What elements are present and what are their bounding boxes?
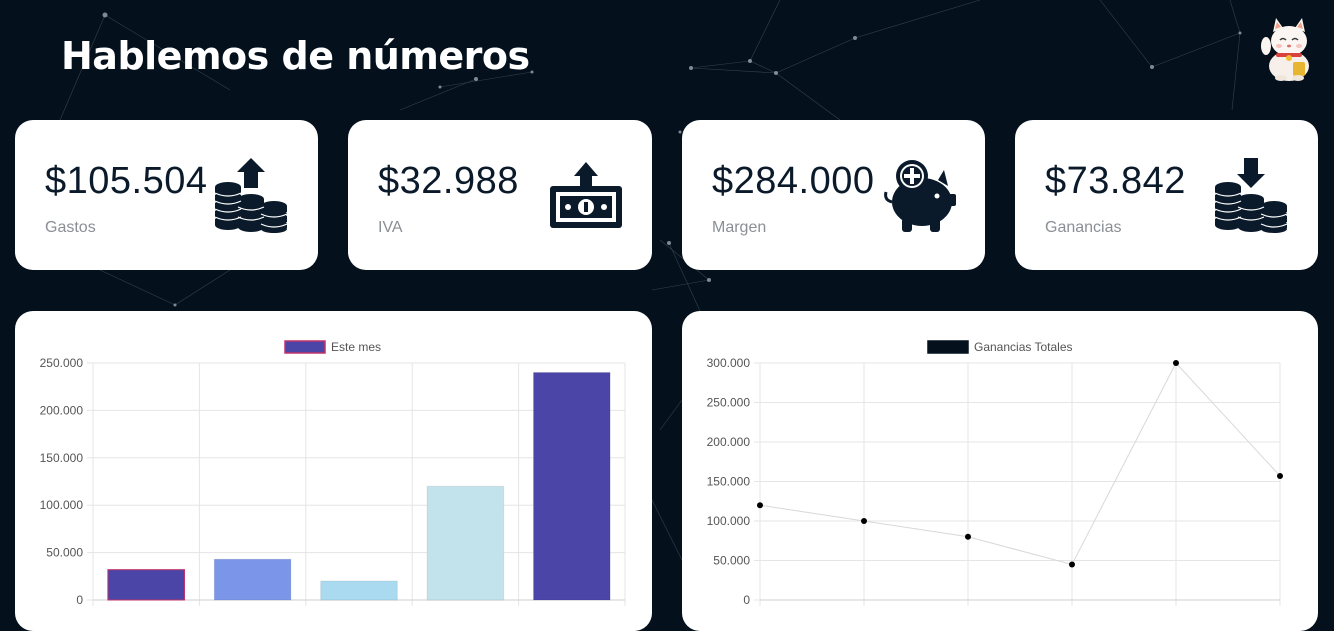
stat-card-gastos[interactable]: $105.504 Gastos bbox=[15, 120, 318, 270]
stat-label: IVA bbox=[378, 219, 403, 236]
y-tick-label: 250.000 bbox=[707, 396, 751, 410]
legend-label: Ganancias Totales bbox=[974, 340, 1073, 354]
page-title: Hablemos de números bbox=[61, 34, 530, 78]
y-tick-label: 100.000 bbox=[707, 514, 751, 528]
stat-value: $105.504 bbox=[45, 160, 208, 202]
bar bbox=[213, 558, 292, 601]
stat-label: Gastos bbox=[45, 219, 96, 236]
stat-value: $73.842 bbox=[1045, 160, 1186, 202]
y-tick-label: 200.000 bbox=[40, 403, 84, 417]
coins-up-icon bbox=[214, 158, 288, 233]
y-tick-label: 150.000 bbox=[707, 475, 751, 489]
stat-card-iva[interactable]: $32.988 IVA bbox=[348, 120, 652, 270]
stat-label: Margen bbox=[712, 219, 767, 236]
bar bbox=[532, 371, 611, 601]
y-tick-label: 200.000 bbox=[707, 435, 751, 449]
y-tick-label: 0 bbox=[76, 593, 83, 607]
legend-swatch bbox=[927, 340, 969, 354]
line-chart: Ganancias Totales 300.000 250.000 200.000 15… bbox=[707, 340, 1283, 607]
data-point bbox=[965, 533, 971, 540]
bar-chart: Este mes 250.000 200.000 150.000 100.000 50.0… bbox=[40, 340, 626, 607]
stat-card-margen[interactable]: $284.000 Margen bbox=[682, 120, 985, 270]
y-tick-label: 50.000 bbox=[46, 546, 83, 560]
bar bbox=[107, 569, 186, 601]
series-line bbox=[759, 362, 1281, 566]
legend-swatch bbox=[284, 340, 326, 354]
coins-down-icon bbox=[1214, 158, 1288, 233]
line-chart-card: Ganancias Totales 300.000 250.000 200.000 15… bbox=[682, 311, 1318, 631]
y-tick-label: 300.000 bbox=[707, 356, 751, 370]
y-tick-label: 150.000 bbox=[40, 451, 84, 465]
bar bbox=[320, 580, 398, 601]
money-up-icon bbox=[550, 162, 622, 228]
y-tick-label: 250.000 bbox=[40, 356, 84, 370]
y-tick-label: 100.000 bbox=[40, 498, 84, 512]
legend-label: Este mes bbox=[331, 340, 381, 354]
stat-label: Ganancias bbox=[1045, 219, 1122, 236]
lucky-cat-avatar[interactable] bbox=[1258, 16, 1318, 82]
data-point bbox=[1173, 360, 1179, 366]
bar-chart-card: Este mes 250.000 200.000 150.000 100.000 50.0… bbox=[15, 311, 652, 631]
stat-card-ganancias[interactable]: $73.842 Ganancias bbox=[1015, 120, 1318, 270]
data-point bbox=[861, 518, 867, 524]
y-tick-label: 0 bbox=[743, 593, 750, 607]
data-point bbox=[1277, 472, 1283, 479]
piggy-bank-plus-icon bbox=[884, 160, 956, 232]
data-point bbox=[757, 502, 763, 509]
stat-value: $284.000 bbox=[712, 160, 875, 202]
y-tick-label: 50.000 bbox=[713, 554, 750, 568]
data-point bbox=[1069, 561, 1075, 568]
stat-value: $32.988 bbox=[378, 160, 519, 202]
bar bbox=[426, 485, 505, 601]
